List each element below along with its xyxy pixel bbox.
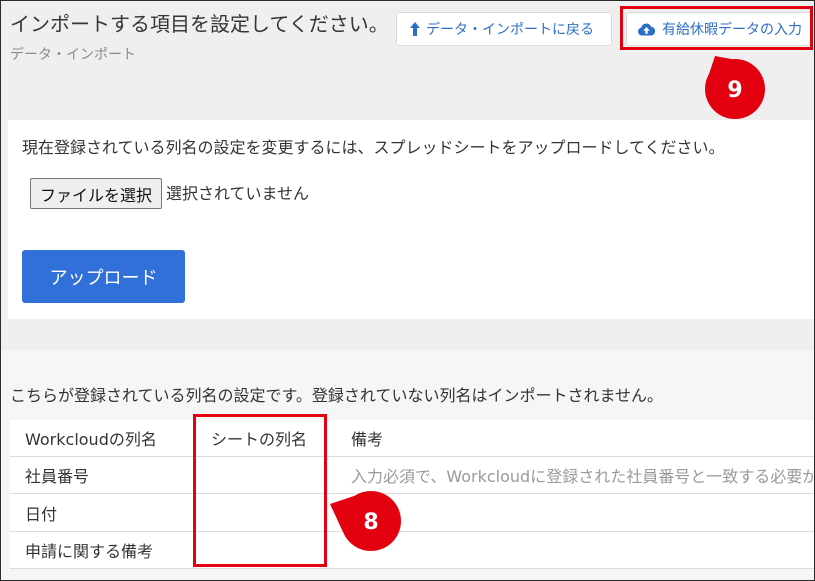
arrow-up-icon: [410, 22, 420, 36]
column-header-note: 備考: [351, 430, 384, 449]
table-row: 申請に関する備考: [10, 532, 814, 569]
upload-instruction: 現在登録されている列名の設定を変更するには、スプレッドシートをアップロードしてく…: [22, 138, 725, 157]
annotation-marker-9: 9: [705, 56, 765, 119]
choose-file-button[interactable]: ファイルを選択: [30, 178, 162, 209]
upload-button[interactable]: アップロード: [22, 250, 185, 303]
workcloud-column-name: 社員番号: [25, 467, 90, 486]
column-mapping-table: Workcloudの列名 シートの列名 備考 社員番号 入力必須で、Workcl…: [10, 420, 815, 569]
breadcrumb: データ・インポート: [10, 47, 136, 63]
back-button-label: データ・インポートに戻る: [426, 22, 594, 38]
column-note: [336, 532, 814, 568]
file-status-text: 選択されていません: [166, 184, 310, 203]
column-note: 入力必須で、Workcloudに登録された社員番号と一致する必要が: [351, 467, 815, 486]
annotation-number: 9: [727, 78, 742, 103]
column-note: [336, 494, 814, 531]
workcloud-column-name: 申請に関する備考: [25, 542, 154, 561]
page-title: インポートする項目を設定してください。: [10, 12, 389, 36]
table-header-row: Workcloudの列名 シートの列名 備考: [10, 420, 814, 457]
column-header-workcloud: Workcloudの列名: [25, 430, 157, 449]
back-to-data-import-button[interactable]: データ・インポートに戻る: [396, 12, 612, 46]
workcloud-column-name: 日付: [25, 504, 58, 524]
mapping-description: こちらが登録されている列名の設定です。登録されていない列名はインポートされません…: [10, 386, 663, 405]
table-row: 日付: [10, 494, 814, 532]
table-row: 社員番号 入力必須で、Workcloudに登録された社員番号と一致する必要が: [10, 457, 815, 494]
import-settings-page: インポートする項目を設定してください。 データ・インポート データ・インポートに…: [0, 0, 815, 581]
annotation-highlight-paid-leave-button: [620, 6, 813, 50]
annotation-highlight-sheet-column: [193, 414, 327, 567]
